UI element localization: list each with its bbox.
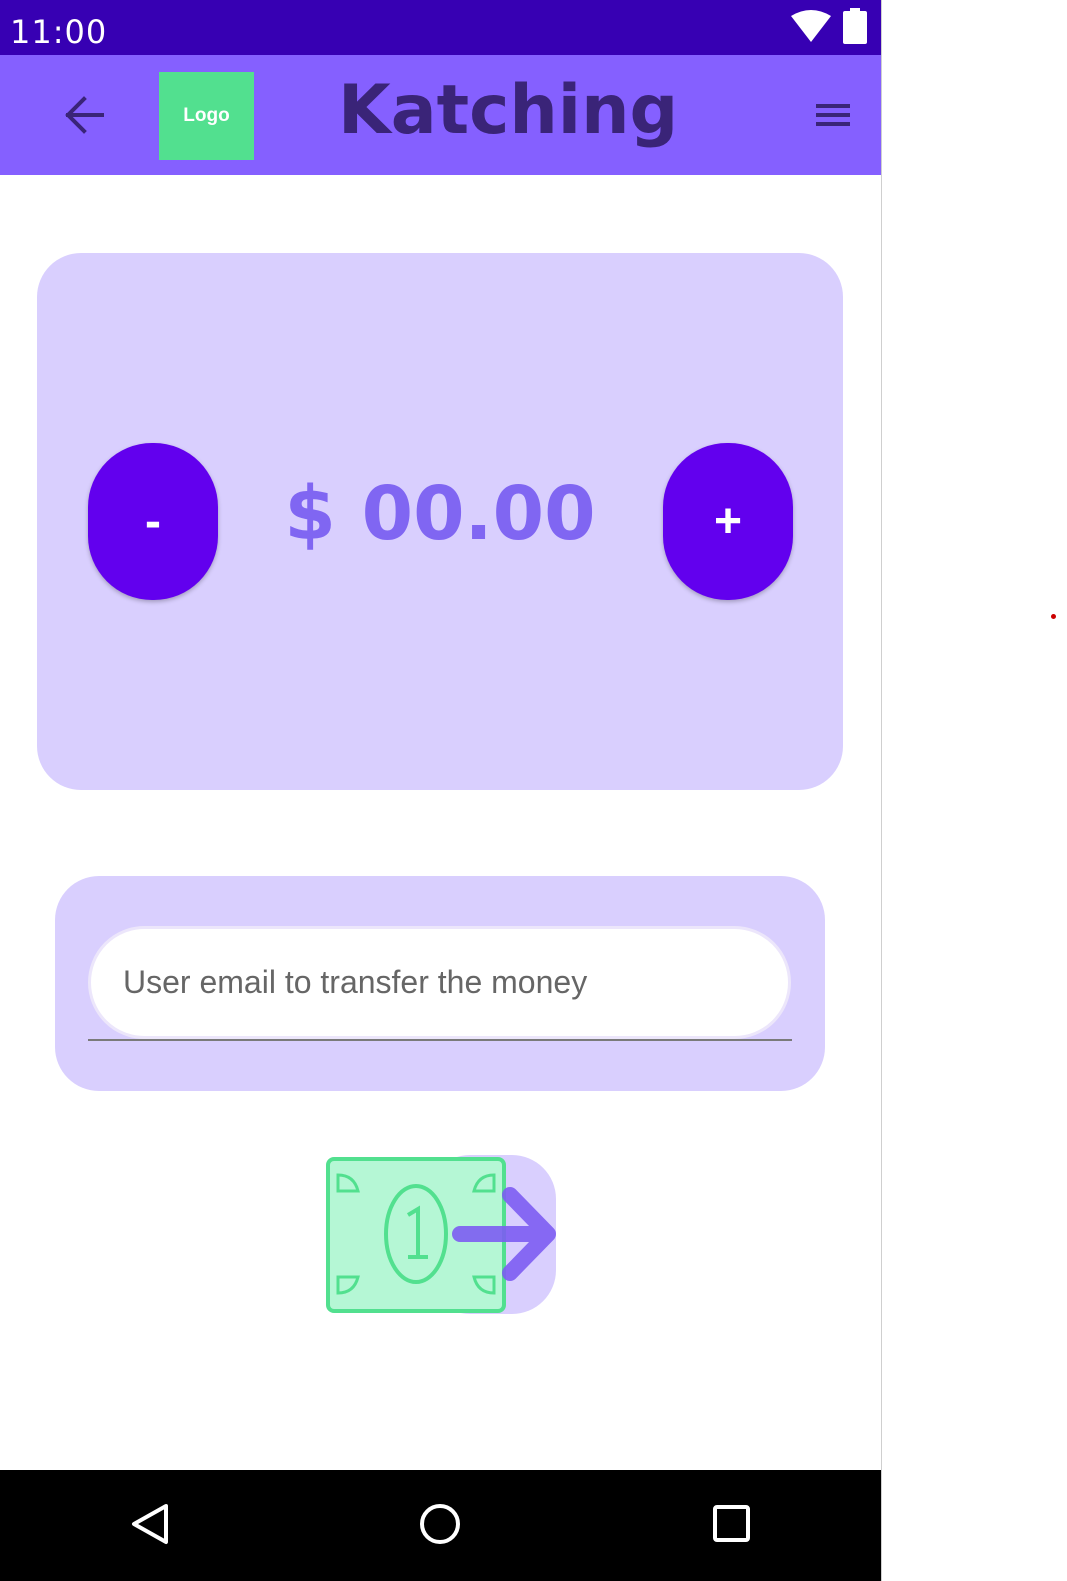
stray-marker-dot xyxy=(1051,614,1056,619)
decrement-button[interactable]: - xyxy=(88,443,218,600)
nav-recents-button[interactable] xyxy=(708,1500,756,1548)
back-button[interactable] xyxy=(58,93,108,137)
status-bar: 11:00 xyxy=(0,0,881,55)
battery-icon xyxy=(843,7,867,49)
amount-card: - $ 00.00 + xyxy=(37,253,843,790)
app-logo: Logo xyxy=(159,72,254,160)
increment-button[interactable]: + xyxy=(663,443,793,600)
app-bar: Logo Katching xyxy=(0,55,881,175)
email-card xyxy=(55,876,825,1091)
status-time: 11:00 xyxy=(10,13,108,51)
home-circle-icon xyxy=(416,1504,464,1552)
app-title: Katching xyxy=(338,71,679,150)
arrow-left-icon xyxy=(58,96,108,141)
email-input[interactable] xyxy=(88,926,791,1039)
nav-back-button[interactable] xyxy=(126,1500,174,1548)
back-triangle-icon xyxy=(126,1504,174,1552)
wifi-icon xyxy=(791,9,831,47)
status-icons xyxy=(791,7,867,49)
money-transfer-icon xyxy=(326,1155,556,1319)
phone-screen: 11:00 Logo Katching - $ 00.00 + User ema… xyxy=(0,0,882,1581)
logo-label: Logo xyxy=(183,105,230,126)
hamburger-menu-icon xyxy=(814,104,854,137)
email-underline xyxy=(88,1039,792,1041)
recents-square-icon xyxy=(708,1505,756,1552)
nav-home-button[interactable] xyxy=(416,1500,464,1548)
menu-button[interactable] xyxy=(814,99,854,133)
amount-display: $ 00.00 xyxy=(284,471,596,557)
navigation-bar xyxy=(0,1470,881,1581)
send-money-button[interactable] xyxy=(326,1155,556,1314)
